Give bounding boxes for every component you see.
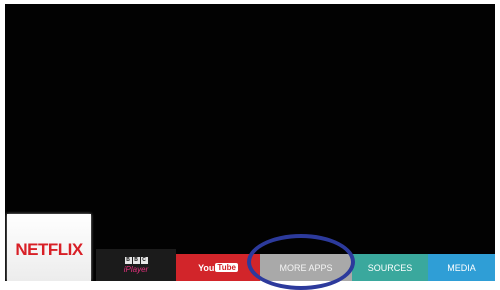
netflix-label: NETFLIX [15, 239, 83, 259]
netflix-app-tile[interactable]: NETFLIX [7, 214, 91, 281]
iplayer-label: iPlayer [123, 264, 149, 274]
sources-label: SOURCES [367, 262, 413, 273]
tv-screen: NETFLIX B B C iPlayer You Tube MORE APPS… [5, 4, 495, 281]
media-tile[interactable]: MEDIA [428, 254, 495, 281]
youtube-label-you: You [198, 262, 215, 273]
media-label: MEDIA [447, 262, 476, 273]
highlight-ring-annotation [247, 234, 355, 290]
youtube-label-tube: Tube [215, 263, 238, 272]
sources-tile[interactable]: SOURCES [352, 254, 428, 281]
bbc-iplayer-app-tile[interactable]: B B C iPlayer [96, 249, 176, 281]
bbc-logo-icon: B B C [124, 256, 148, 264]
